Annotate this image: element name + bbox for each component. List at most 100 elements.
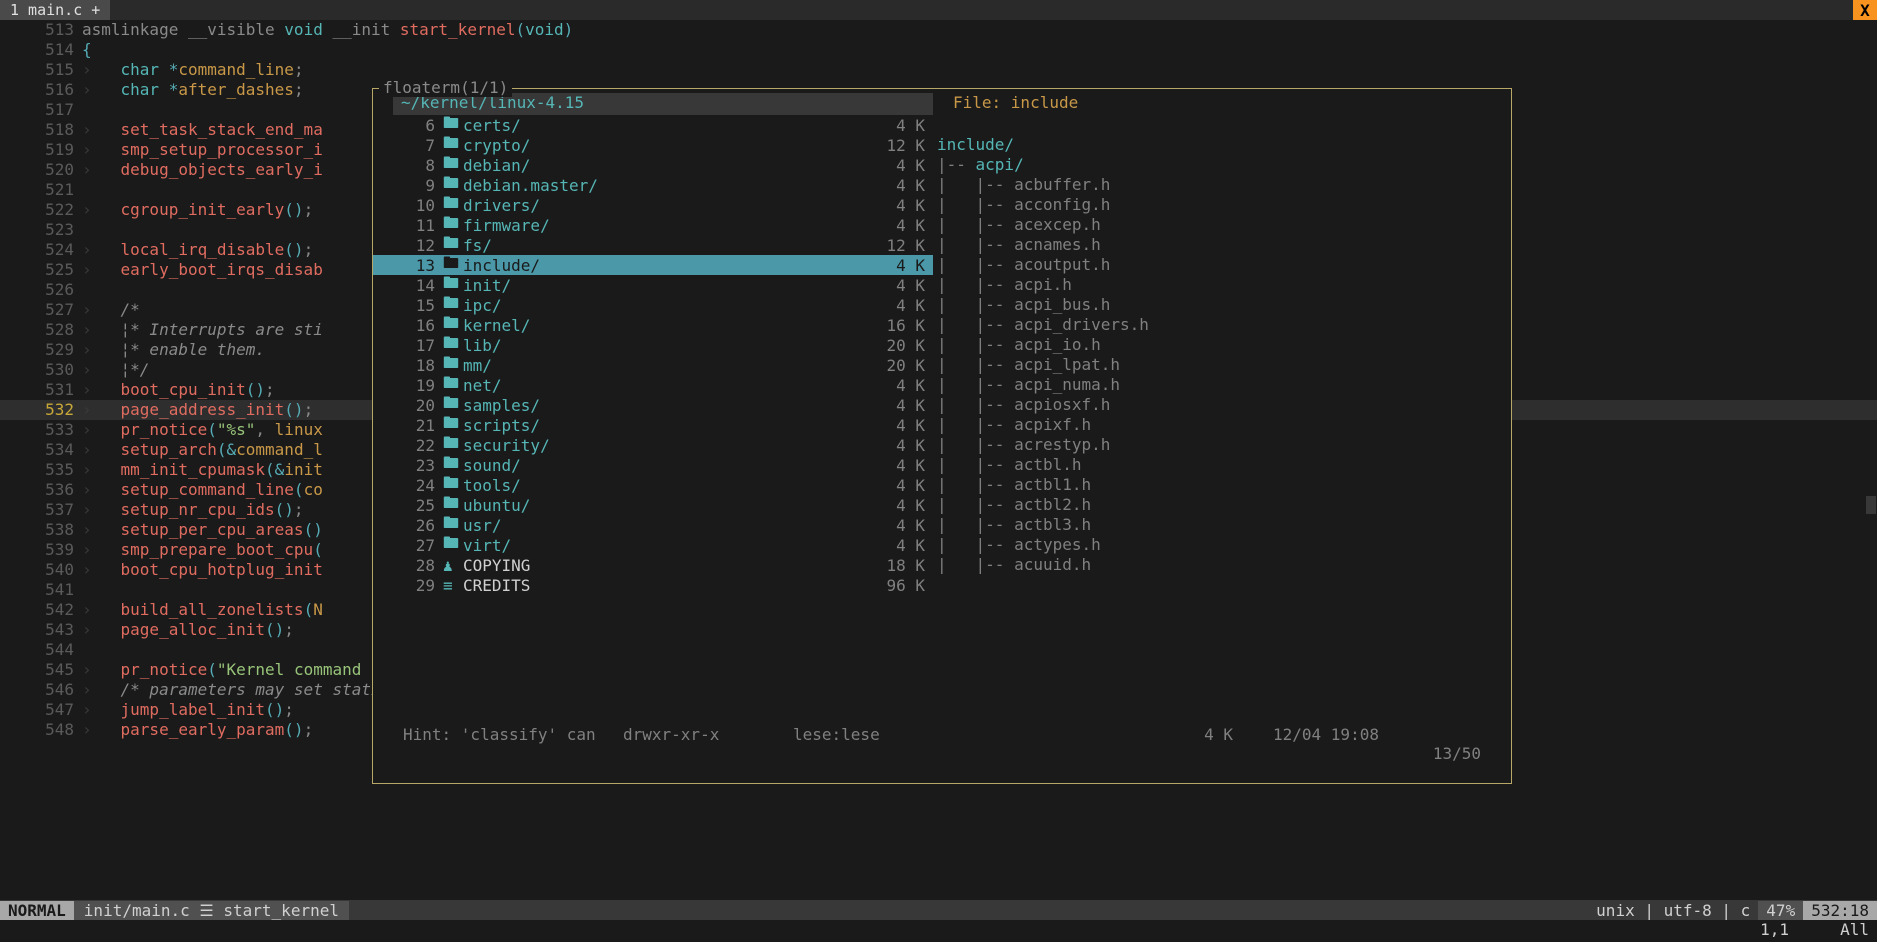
dir-size: 4 K	[853, 256, 933, 275]
code-content: › smp_setup_processor_i	[82, 140, 323, 160]
tree-row: | |-- actbl1.h	[937, 475, 1511, 495]
dir-row[interactable]: 29≡CREDITS96 K	[373, 575, 933, 595]
floaterm-preview-label: File: include	[953, 93, 1078, 115]
footer-size: 4 K	[1093, 725, 1273, 744]
dir-size: 4 K	[853, 376, 933, 395]
code-content: › ¦* enable them.	[82, 340, 265, 360]
code-content: › /*	[82, 300, 140, 320]
dir-index: 24	[373, 476, 443, 495]
line-number: 518	[0, 120, 82, 140]
dir-size: 4 K	[853, 496, 933, 515]
status-bar: NORMAL init/main.c ☰ start_kernel unix |…	[0, 900, 1877, 920]
floaterm-header: ~/kernel/linux-4.15 File: include	[373, 93, 1511, 115]
tree-row: | |-- acnames.h	[937, 235, 1511, 255]
line-number: 540	[0, 560, 82, 580]
dir-index: 21	[373, 416, 443, 435]
dir-index: 23	[373, 456, 443, 475]
dir-index: 27	[373, 536, 443, 555]
code-content: › set_task_stack_end_ma	[82, 120, 323, 140]
file-tab[interactable]: 1 main.c +	[0, 0, 110, 20]
dir-index: 9	[373, 176, 443, 195]
dir-name: virt/	[463, 536, 853, 555]
code-content: › setup_nr_cpu_ids();	[82, 500, 304, 520]
dir-size: 4 K	[853, 516, 933, 535]
footer-hint: Hint: 'classify' can	[403, 725, 623, 744]
code-content: › char *command_line;	[82, 60, 304, 80]
code-content: › ¦*/	[82, 360, 149, 380]
dir-index: 7	[373, 136, 443, 155]
dir-size: 4 K	[853, 116, 933, 135]
close-button[interactable]: X	[1853, 0, 1877, 20]
code-line[interactable]: 513asmlinkage __visible void __init star…	[0, 20, 1877, 40]
command-bar[interactable]: 1,1 All	[0, 920, 1877, 942]
dir-name: debian.master/	[463, 176, 853, 195]
line-number: 513	[0, 20, 82, 40]
tree-row: | |-- acbuffer.h	[937, 175, 1511, 195]
code-line[interactable]: 514{	[0, 40, 1877, 60]
code-content: › boot_cpu_init();	[82, 380, 275, 400]
code-content: › jump_label_init();	[82, 700, 294, 720]
tree-row: | |-- actbl2.h	[937, 495, 1511, 515]
line-number: 527	[0, 300, 82, 320]
preview-tree: include/|-- acpi/| |-- acbuffer.h| |-- a…	[933, 115, 1511, 725]
code-content: › mm_init_cpumask(&init	[82, 460, 323, 480]
dir-index: 22	[373, 436, 443, 455]
tree-row: | |-- actbl.h	[937, 455, 1511, 475]
code-line[interactable]: 515› char *command_line;	[0, 60, 1877, 80]
dir-index: 8	[373, 156, 443, 175]
directory-list[interactable]: 6🖿certs/4 K7🖿crypto/12 K8🖿debian/4 K9🖿de…	[373, 115, 933, 725]
dir-index: 10	[373, 196, 443, 215]
code-content: › page_address_init();	[82, 400, 313, 420]
dir-size: 18 K	[853, 556, 933, 575]
line-number: 514	[0, 40, 82, 60]
tree-row: | |-- actbl3.h	[937, 515, 1511, 535]
dir-row[interactable]: 28♟COPYING18 K	[373, 555, 933, 575]
line-number: 521	[0, 180, 82, 200]
tree-row: | |-- acpi.h	[937, 275, 1511, 295]
dir-size: 4 K	[853, 196, 933, 215]
line-number: 517	[0, 100, 82, 120]
dir-name: firmware/	[463, 216, 853, 235]
code-content: › setup_command_line(co	[82, 480, 323, 500]
dir-name: ubuntu/	[463, 496, 853, 515]
line-number: 516	[0, 80, 82, 100]
dir-name: init/	[463, 276, 853, 295]
footer-owner: lese:lese	[793, 725, 1093, 744]
dir-name: lib/	[463, 336, 853, 355]
line-number: 520	[0, 160, 82, 180]
code-content: › debug_objects_early_i	[82, 160, 323, 180]
floaterm-footer-2: 13/50	[373, 744, 1511, 763]
dir-name: certs/	[463, 116, 853, 135]
dir-size: 20 K	[853, 336, 933, 355]
dir-row[interactable]: 27🖿virt/4 K	[373, 535, 933, 555]
dir-index: 13	[373, 256, 443, 275]
line-number: 533	[0, 420, 82, 440]
line-number: 534	[0, 440, 82, 460]
code-content: › early_boot_irqs_disab	[82, 260, 323, 280]
line-number: 530	[0, 360, 82, 380]
dir-index: 14	[373, 276, 443, 295]
encoding-info: unix | utf-8 | c	[1588, 901, 1758, 920]
dir-size: 20 K	[853, 356, 933, 375]
dir-name: net/	[463, 376, 853, 395]
code-content: {	[82, 40, 92, 60]
floaterm-title: floaterm(1/1)	[379, 78, 512, 97]
dir-index: 29	[373, 576, 443, 595]
line-number: 536	[0, 480, 82, 500]
dir-name: debian/	[463, 156, 853, 175]
code-content: › setup_per_cpu_areas()	[82, 520, 323, 540]
dir-index: 12	[373, 236, 443, 255]
tree-row: | |-- acexcep.h	[937, 215, 1511, 235]
dir-size: 4 K	[853, 456, 933, 475]
dir-name: fs/	[463, 236, 853, 255]
dir-name: security/	[463, 436, 853, 455]
dir-name: include/	[463, 256, 853, 275]
line-number: 545	[0, 660, 82, 680]
line-number: 526	[0, 280, 82, 300]
tree-row: | |-- acconfig.h	[937, 195, 1511, 215]
dir-size: 4 K	[853, 536, 933, 555]
code-content: › setup_arch(&command_l	[82, 440, 323, 460]
tree-row: | |-- actypes.h	[937, 535, 1511, 555]
line-number: 515	[0, 60, 82, 80]
code-content: › pr_notice("%s", linux	[82, 420, 323, 440]
